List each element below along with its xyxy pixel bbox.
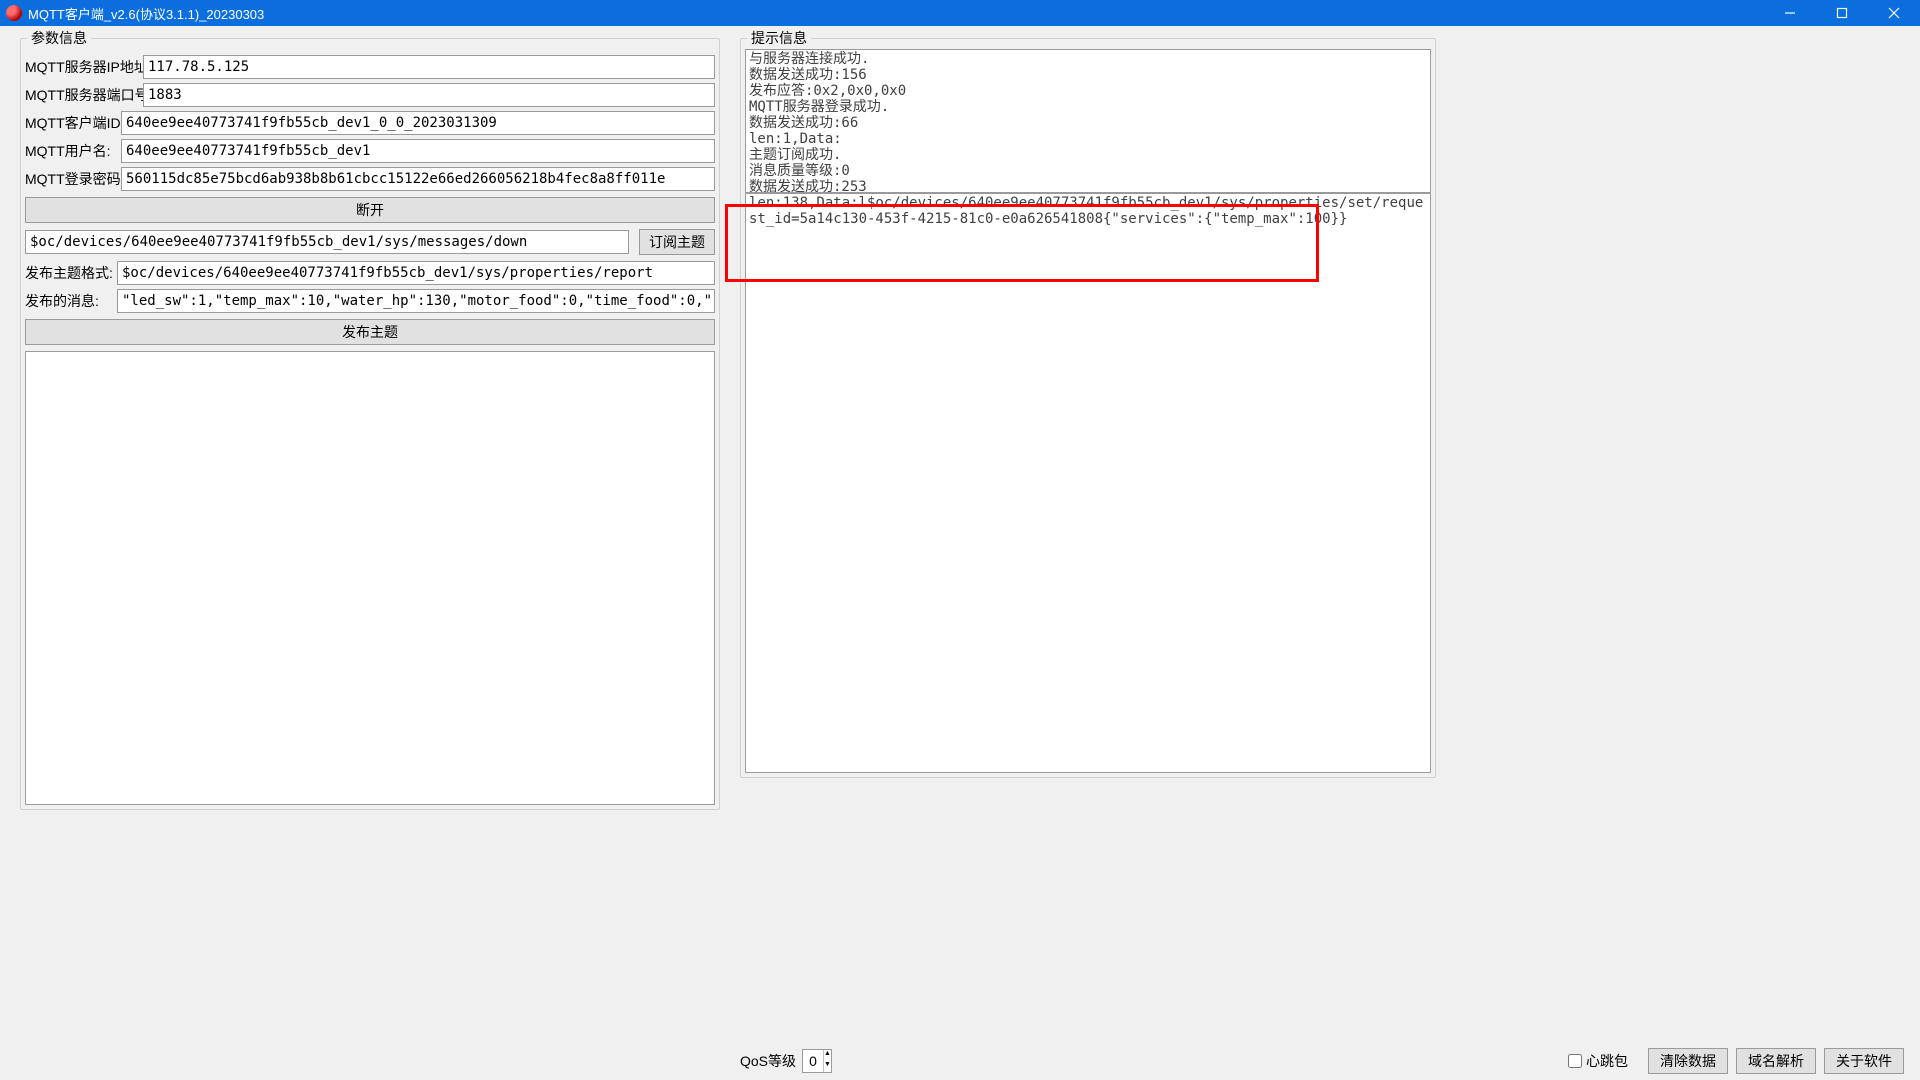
clear-data-button[interactable]: 清除数据 <box>1648 1048 1728 1074</box>
heartbeat-label: 心跳包 <box>1586 1051 1628 1071</box>
qos-up-icon[interactable]: ▲ <box>824 1050 831 1061</box>
maximize-button[interactable] <box>1816 0 1868 26</box>
publish-message-label: 发布的消息: <box>25 291 117 311</box>
publish-message-input[interactable] <box>117 289 715 313</box>
bottom-bar: QoS等级 ▲ ▼ 心跳包 清除数据 域名解析 关于软件 <box>740 1048 1904 1074</box>
qos-spinner[interactable]: ▲ ▼ <box>802 1049 832 1073</box>
server-port-input[interactable] <box>143 83 715 107</box>
server-ip-label: MQTT服务器IP地址: <box>25 57 143 77</box>
client-id-input[interactable] <box>121 111 715 135</box>
password-label: MQTT登录密码: <box>25 169 121 189</box>
subscribe-topic-input[interactable] <box>25 230 629 254</box>
client-id-label: MQTT客户端ID: <box>25 113 121 133</box>
heartbeat-checkbox-wrap[interactable]: 心跳包 <box>1564 1051 1628 1071</box>
log-caption: 提示信息 <box>747 28 811 48</box>
qos-value[interactable] <box>803 1052 823 1070</box>
publish-button[interactable]: 发布主题 <box>25 319 715 345</box>
heartbeat-checkbox[interactable] <box>1568 1054 1582 1068</box>
params-groupbox: 参数信息 MQTT服务器IP地址: MQTT服务器端口号: MQTT客户端ID:… <box>20 38 720 810</box>
titlebar: MQTT客户端_v2.6(协议3.1.1)_20230303 <box>0 0 1920 26</box>
qos-label: QoS等级 <box>740 1051 796 1071</box>
publish-topic-input[interactable] <box>117 261 715 285</box>
username-label: MQTT用户名: <box>25 141 121 161</box>
window-title: MQTT客户端_v2.6(协议3.1.1)_20230303 <box>28 4 1764 23</box>
log-top-textarea[interactable]: 与服务器连接成功. 数据发送成功:156 发布应答:0x2,0x0,0x0 MQ… <box>745 49 1431 193</box>
close-button[interactable] <box>1868 0 1920 26</box>
minimize-button[interactable] <box>1764 0 1816 26</box>
log-groupbox: 提示信息 与服务器连接成功. 数据发送成功:156 发布应答:0x2,0x0,0… <box>740 38 1436 778</box>
log-bottom-textarea[interactable]: len:138,Data:l$oc/devices/640ee9ee407737… <box>745 193 1431 773</box>
server-ip-input[interactable] <box>143 55 715 79</box>
password-input[interactable] <box>121 167 715 191</box>
publish-topic-label: 发布主题格式: <box>25 263 117 283</box>
app-icon <box>6 5 22 21</box>
about-button[interactable]: 关于软件 <box>1824 1048 1904 1074</box>
params-caption: 参数信息 <box>27 28 91 48</box>
output-textarea[interactable] <box>25 351 715 805</box>
dns-resolve-button[interactable]: 域名解析 <box>1736 1048 1816 1074</box>
username-input[interactable] <box>121 139 715 163</box>
qos-down-icon[interactable]: ▼ <box>824 1061 831 1072</box>
subscribe-button[interactable]: 订阅主题 <box>639 229 715 255</box>
server-port-label: MQTT服务器端口号: <box>25 85 143 105</box>
disconnect-button[interactable]: 断开 <box>25 197 715 223</box>
